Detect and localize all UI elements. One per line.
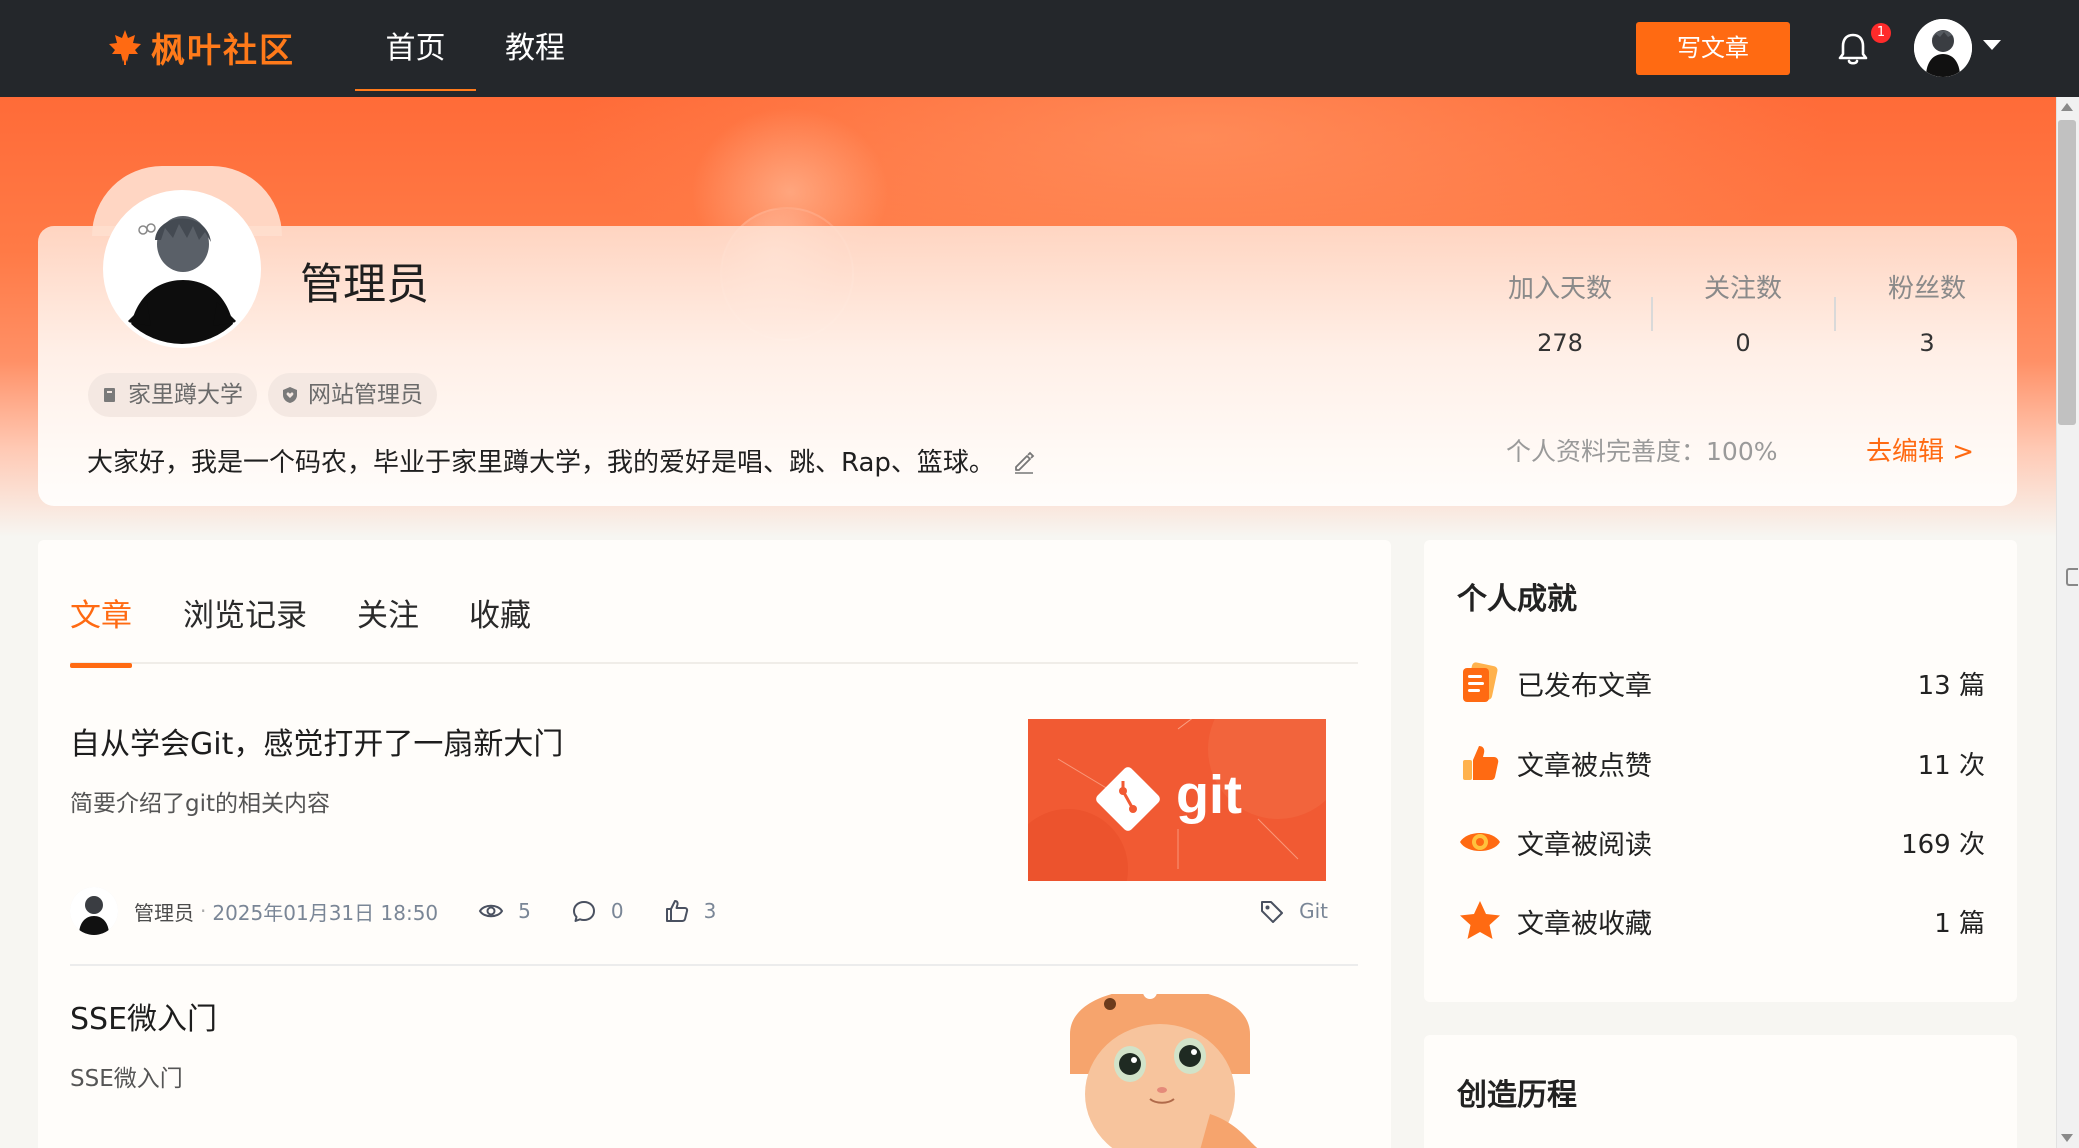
- shield-heart-icon: [283, 387, 297, 403]
- article-tag-label: Git: [1299, 899, 1328, 923]
- achievement-label: 已发布文章: [1517, 670, 1652, 702]
- article-date: 2025年01月31日 18:50: [212, 900, 439, 925]
- article-thumbnail[interactable]: git: [1028, 719, 1326, 881]
- achievement-value: 13 篇: [1917, 670, 1985, 701]
- tab-history[interactable]: 浏览记录: [183, 590, 307, 660]
- stat-value: 3: [1919, 329, 1935, 357]
- thumbnail-text: git: [1176, 765, 1242, 825]
- article-title[interactable]: 自从学会Git，感觉打开了一扇新大门: [70, 719, 563, 763]
- edit-pencil-icon[interactable]: [1011, 448, 1037, 474]
- stat-following[interactable]: 关注数 0: [1673, 268, 1813, 357]
- completeness-value: 100%: [1706, 437, 1778, 466]
- user-menu-caret-icon[interactable]: [1983, 40, 2001, 50]
- school-icon: [104, 388, 115, 402]
- article-summary: SSE微入门: [70, 1066, 183, 1092]
- stat-label: 粉丝数: [1887, 274, 1966, 304]
- star-icon: [1460, 901, 1500, 939]
- stat-followers[interactable]: 粉丝数 3: [1857, 268, 1997, 357]
- thumbs-up-icon: [1463, 746, 1499, 780]
- views-count: 5: [518, 899, 531, 923]
- author-avatar-image: [70, 887, 118, 935]
- author-avatar[interactable]: [70, 887, 118, 935]
- tab-following[interactable]: 关注: [357, 590, 419, 660]
- creation-history-title: 创造历程: [1457, 1078, 1577, 1113]
- article-comments[interactable]: 0: [571, 898, 624, 924]
- content-tabs: 文章 浏览记录 关注 收藏: [70, 590, 1358, 668]
- tab-favorites[interactable]: 收藏: [469, 590, 531, 660]
- stat-divider: [1651, 297, 1653, 331]
- scrollbar-thumb[interactable]: [2058, 120, 2076, 425]
- eye-icon: [1460, 833, 1500, 851]
- achievement-row: 文章被收藏 1 篇: [1457, 896, 1985, 946]
- bell-icon[interactable]: [1834, 30, 1872, 68]
- comment-icon: [572, 901, 595, 922]
- achievement-row: 已发布文章 13 篇: [1457, 658, 1985, 708]
- tag-icon: [1261, 901, 1284, 923]
- stat-value: 0: [1735, 329, 1751, 357]
- site-logo[interactable]: 枫叶社区: [105, 22, 295, 72]
- nav-tab-tutorial[interactable]: 教程: [490, 0, 580, 89]
- stat-label: 加入天数: [1507, 274, 1612, 304]
- article-thumbnail[interactable]: [1050, 994, 1280, 1148]
- notification-badge: 1: [1871, 23, 1891, 43]
- profile-name: 管理员: [300, 260, 429, 310]
- comments-count: 0: [610, 899, 624, 923]
- stat-value: 278: [1537, 329, 1583, 357]
- article-item[interactable]: SSE微入门 SSE微入门: [70, 994, 1358, 1148]
- git-thumbnail-image: git: [1028, 719, 1326, 881]
- write-article-button[interactable]: 写文章: [1636, 22, 1790, 75]
- completeness-label: 个人资料完善度：: [1506, 437, 1707, 466]
- scroll-up-arrow-icon[interactable]: [2061, 103, 2073, 111]
- article-tag[interactable]: Git: [1259, 898, 1328, 924]
- side-panel-handle-icon[interactable]: [2066, 568, 2078, 586]
- bio-text: 大家好，我是一个码农，毕业于家里蹲大学，我的爱好是唱、跳、Rap、篮球。: [87, 448, 995, 478]
- achievement-row: 文章被阅读 169 次: [1457, 817, 1985, 867]
- article-item[interactable]: 自从学会Git，感觉打开了一扇新大门 简要介绍了git的相关内容 git 管理员…: [70, 719, 1358, 949]
- thumbs-up-outline-icon: [665, 900, 688, 922]
- achievement-label: 文章被收藏: [1517, 908, 1652, 940]
- maple-leaf-icon: [109, 30, 141, 65]
- profile-completeness: 个人资料完善度：100%: [1506, 432, 1778, 468]
- achievement-value: 11 次: [1917, 750, 1985, 781]
- eye-icon: [479, 904, 504, 918]
- role-tag: 网站管理员: [268, 373, 437, 417]
- article-title[interactable]: SSE微入门: [70, 994, 217, 1038]
- nav-tab-home[interactable]: 首页: [355, 0, 476, 91]
- article-divider: [70, 964, 1358, 966]
- cat-thumbnail-image: [1050, 994, 1280, 1148]
- school-tag-label: 家里蹲大学: [128, 382, 243, 408]
- achievement-label: 文章被阅读: [1517, 829, 1652, 861]
- app-root: 枫叶社区 首页 教程 写文章 1 管理员 家里蹲大学 网站管理员 大家好，我是一…: [0, 0, 2079, 1148]
- user-avatar[interactable]: [1914, 19, 1972, 77]
- article-views: 5: [478, 898, 531, 924]
- tab-articles[interactable]: 文章: [70, 590, 132, 668]
- edit-profile-link[interactable]: 去编辑 >: [1866, 431, 1974, 468]
- likes-count: 3: [703, 899, 717, 923]
- avatar-image: [1914, 19, 1972, 77]
- scroll-down-arrow-icon[interactable]: [2061, 1134, 2073, 1142]
- achievement-row: 文章被点赞 11 次: [1457, 738, 1985, 788]
- article-meta: 管理员 · 2025年01月31日 18:50 5 0 3 Git: [70, 886, 1328, 936]
- meta-separator: ·: [200, 899, 207, 923]
- profile-avatar-image: [107, 194, 257, 344]
- document-icon: [1463, 662, 1498, 702]
- stat-divider: [1834, 297, 1836, 331]
- achievement-label: 文章被点赞: [1517, 750, 1652, 782]
- article-author[interactable]: 管理员: [134, 897, 194, 926]
- school-tag: 家里蹲大学: [88, 373, 257, 417]
- profile-bio: 大家好，我是一个码农，毕业于家里蹲大学，我的爱好是唱、跳、Rap、篮球。: [87, 442, 1037, 479]
- stat-join-days: 加入天数 278: [1490, 268, 1630, 357]
- article-likes[interactable]: 3: [664, 898, 717, 924]
- achievement-value: 169 次: [1901, 829, 1985, 860]
- profile-avatar[interactable]: [103, 190, 261, 348]
- article-summary: 简要介绍了git的相关内容: [70, 791, 331, 817]
- top-navbar: 枫叶社区 首页 教程 写文章 1: [0, 0, 2079, 97]
- role-tag-label: 网站管理员: [308, 382, 423, 408]
- achievements-title: 个人成就: [1457, 582, 1577, 617]
- stat-label: 关注数: [1703, 274, 1782, 304]
- logo-text: 枫叶社区: [151, 30, 295, 71]
- achievement-value: 1 篇: [1934, 908, 1985, 939]
